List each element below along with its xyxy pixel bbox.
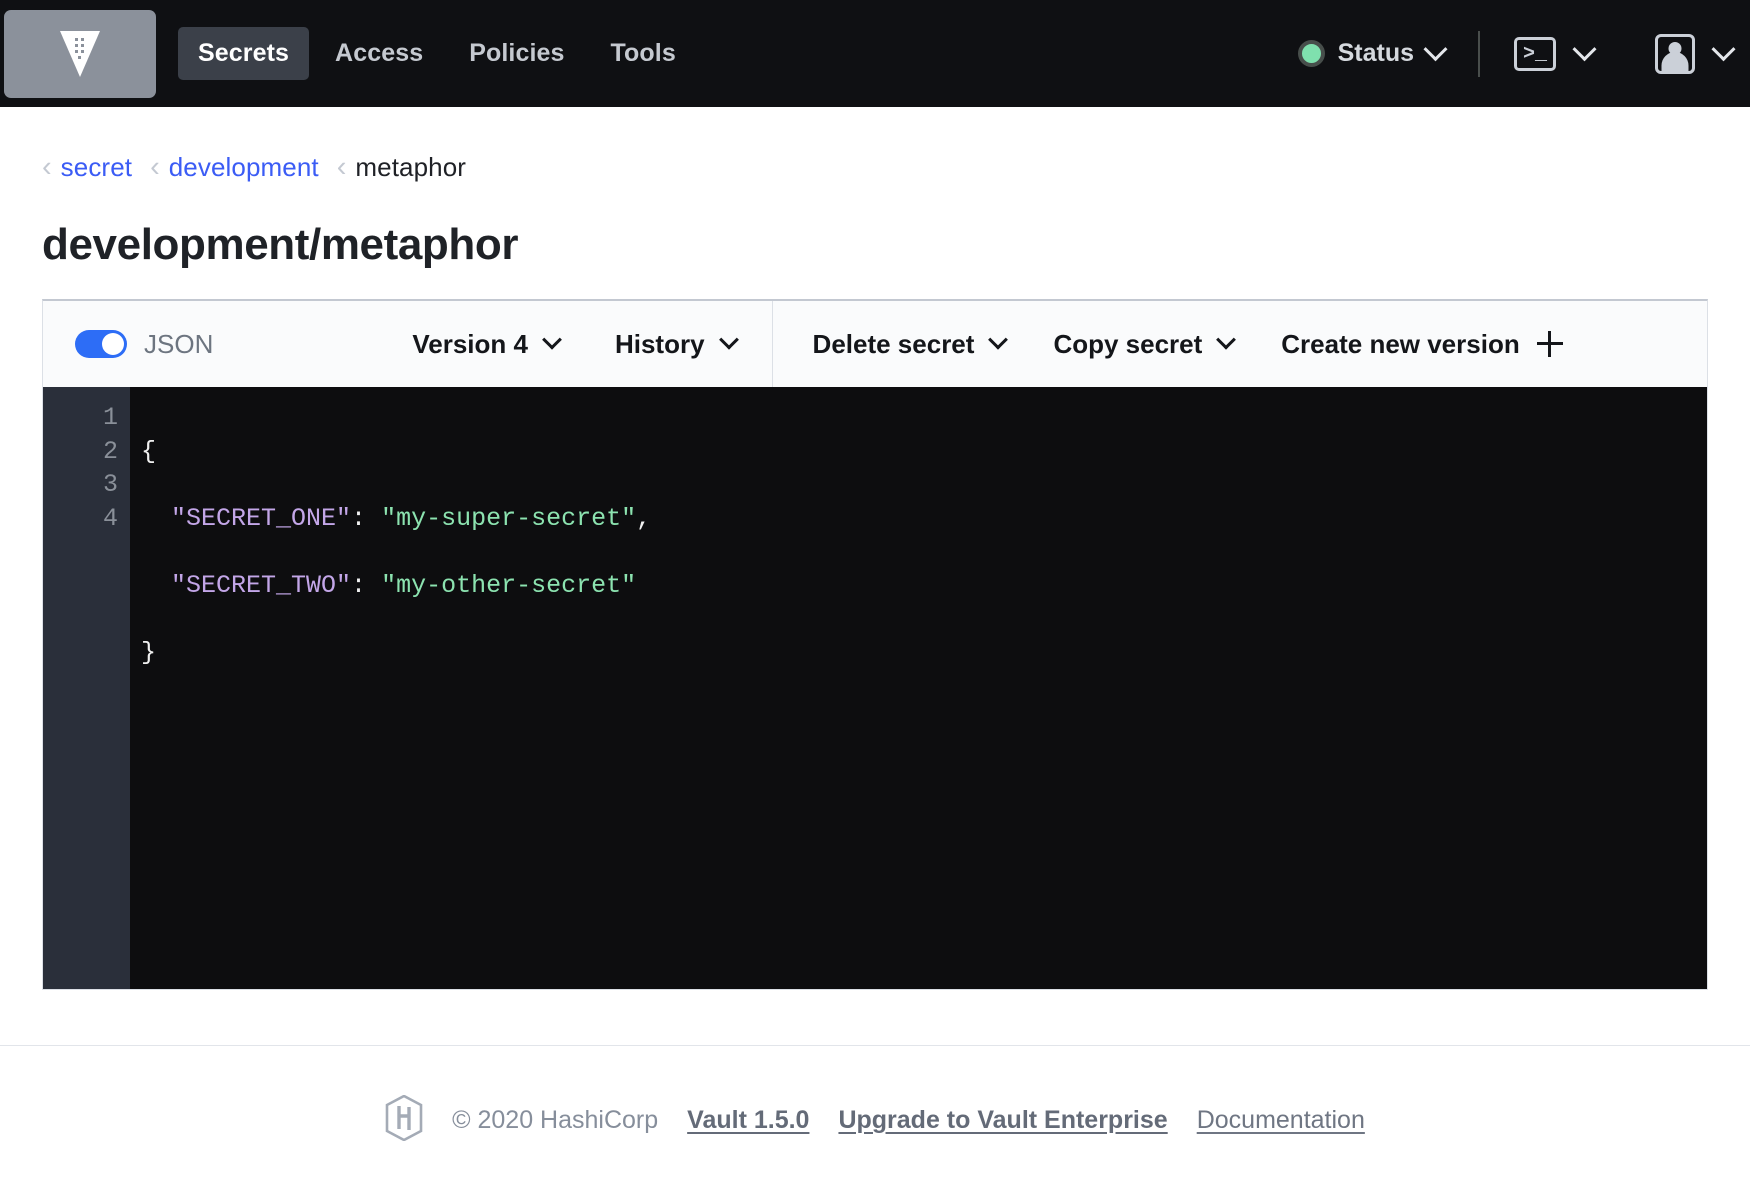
create-new-version-button[interactable]: Create new version [1281, 328, 1563, 360]
code-line: } [141, 636, 1707, 670]
copy-secret-button[interactable]: Copy secret [1053, 328, 1237, 360]
vault-logo-icon [58, 27, 102, 81]
line-number: 2 [102, 436, 118, 466]
json-colon: : [351, 570, 382, 600]
secret-panel: JSON Version 4 History Delete secret Cop… [42, 299, 1708, 990]
code-line: "SECRET_TWO": "my-other-secret" [141, 569, 1707, 603]
user-menu-button[interactable] [1655, 33, 1736, 74]
json-comma: , [636, 503, 652, 533]
editor-code-area[interactable]: { "SECRET_ONE": "my-super-secret", "SECR… [130, 387, 1707, 989]
json-toggle-label: JSON [144, 328, 214, 359]
chevron-down-icon [1711, 37, 1736, 62]
json-key: "SECRET_ONE" [171, 503, 352, 533]
json-brace-open: { [141, 436, 157, 466]
toolbar-version-group: Version 4 History [412, 328, 739, 360]
copyright-text: © 2020 HashiCorp [452, 1106, 659, 1134]
toolbar-divider [771, 301, 773, 387]
footer-divider [0, 1045, 1750, 1046]
status-label: Status [1337, 39, 1414, 67]
page-title: development/metaphor [42, 220, 519, 269]
version-label: Version 4 [412, 328, 528, 359]
terminal-console-icon: >_ [1514, 36, 1556, 71]
footer-link-upgrade-enterprise[interactable]: Upgrade to Vault Enterprise [838, 1106, 1167, 1135]
plus-icon [1536, 331, 1563, 357]
version-dropdown-button[interactable]: Version 4 [412, 328, 562, 360]
secret-toolbar: JSON Version 4 History Delete secret Cop… [43, 301, 1707, 387]
json-code-editor[interactable]: 1 2 3 4 { "SECRET_ONE": "my-super-secret… [43, 387, 1707, 989]
history-dropdown-button[interactable]: History [614, 328, 739, 360]
json-brace-close: } [141, 637, 157, 667]
status-menu-button[interactable]: Status [1297, 37, 1448, 68]
user-avatar-icon [1655, 33, 1695, 74]
delete-secret-button[interactable]: Delete secret [812, 328, 1009, 360]
editor-line-numbers: 1 2 3 4 [43, 387, 130, 989]
footer-link-documentation[interactable]: Documentation [1197, 1106, 1365, 1135]
nav-item-secrets[interactable]: Secrets [178, 27, 310, 80]
chevron-down-icon [988, 329, 1009, 350]
breadcrumb-item-development[interactable]: development [169, 152, 319, 183]
nav-right-actions: Status >_ [1297, 0, 1750, 107]
nav-item-tools[interactable]: Tools [591, 27, 696, 80]
breadcrumb-item-metaphor: metaphor [355, 152, 467, 182]
breadcrumb-chevron-icon: ‹ [336, 151, 347, 183]
json-value: "my-super-secret" [381, 503, 637, 533]
json-toggle-switch[interactable] [75, 330, 127, 358]
breadcrumb: ‹ secret ‹ development ‹ metaphor [42, 107, 1708, 183]
main-nav-links: Secrets Access Policies Tools [178, 27, 696, 80]
line-number: 4 [102, 503, 118, 533]
hashicorp-logo-icon [385, 1094, 423, 1146]
toolbar-action-group: Delete secret Copy secret Create new ver… [813, 329, 1563, 360]
line-number: 3 [102, 470, 118, 499]
console-toggle-button[interactable]: >_ [1514, 36, 1597, 71]
nav-item-access[interactable]: Access [315, 27, 443, 80]
nav-divider [1478, 30, 1480, 77]
chevron-down-icon [1572, 37, 1597, 62]
breadcrumb-chevron-icon: ‹ [42, 151, 52, 183]
json-key: "SECRET_TWO" [171, 570, 352, 600]
delete-secret-label: Delete secret [812, 328, 975, 359]
chevron-down-icon [1216, 329, 1237, 350]
chevron-down-icon [1423, 37, 1448, 62]
page-body: ‹ secret ‹ development ‹ metaphor develo… [0, 107, 1750, 990]
history-label: History [614, 328, 705, 359]
nav-item-policies[interactable]: Policies [449, 27, 584, 80]
code-line: "SECRET_ONE": "my-super-secret", [141, 502, 1707, 536]
create-new-version-label: Create new version [1281, 328, 1520, 359]
line-number: 1 [102, 403, 118, 432]
status-indicator-icon [1297, 40, 1325, 67]
copy-secret-label: Copy secret [1053, 328, 1203, 359]
vault-logo-button[interactable] [4, 9, 156, 98]
code-line: { [141, 435, 1707, 469]
footer-link-vault-version[interactable]: Vault 1.5.0 [687, 1106, 809, 1135]
chevron-down-icon [718, 329, 739, 350]
json-value: "my-other-secret" [381, 570, 637, 600]
page-footer: © 2020 HashiCorp Vault 1.5.0 Upgrade to … [0, 1094, 1750, 1146]
json-colon: : [351, 503, 382, 533]
breadcrumb-item-secret[interactable]: secret [61, 152, 132, 183]
chevron-down-icon [542, 329, 562, 350]
breadcrumb-chevron-icon: ‹ [150, 151, 160, 183]
json-toggle[interactable]: JSON [75, 329, 213, 360]
top-navigation-bar: Secrets Access Policies Tools Status >_ [0, 0, 1750, 107]
